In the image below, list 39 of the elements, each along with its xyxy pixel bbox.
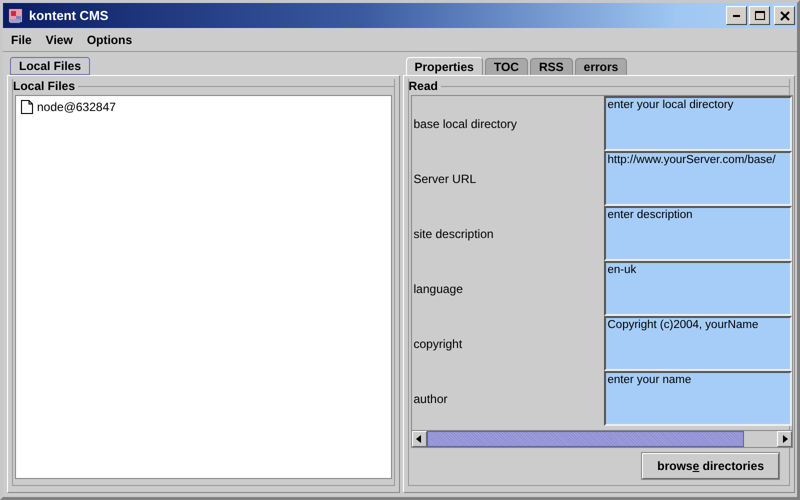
text-field[interactable]: Copyright (c)2004, yourName	[604, 316, 792, 371]
text-field[interactable]: http://www.yourServer.com/base/	[604, 151, 792, 206]
file-icon	[20, 99, 34, 115]
group-title: Local Files	[13, 79, 78, 93]
property-label: author	[412, 390, 449, 408]
window-title: kontent CMS	[29, 8, 110, 23]
menu-item[interactable]: View	[46, 32, 73, 46]
minimize-icon	[733, 14, 740, 16]
maximize-icon	[754, 10, 766, 22]
horizontal-scrollbar[interactable]	[412, 430, 792, 447]
menu-item[interactable]: File	[11, 32, 32, 46]
app-icon	[7, 6, 25, 24]
scroll-thumb[interactable]	[426, 431, 744, 447]
property-label: site description	[412, 226, 495, 242]
tab[interactable]: TOC	[484, 58, 528, 75]
minimize-button[interactable]	[726, 6, 747, 25]
text-field[interactable]: enter your local directory	[604, 96, 792, 151]
maximize-button[interactable]	[749, 6, 770, 25]
tab[interactable]: RSS	[530, 58, 573, 75]
text-field[interactable]: enter description	[604, 206, 792, 261]
group-title: Read	[408, 79, 441, 93]
right-arrow-icon	[780, 434, 788, 444]
text-field[interactable]: enter your name	[604, 371, 792, 426]
property-label: copyright	[412, 336, 464, 352]
close-icon	[778, 10, 790, 22]
property-label: Server URL	[412, 170, 478, 188]
close-button[interactable]	[774, 6, 795, 25]
tab[interactable]: Local Files	[10, 57, 90, 75]
property-label: language	[412, 280, 464, 298]
left-arrow-icon	[415, 434, 423, 444]
scroll-left-button[interactable]	[412, 431, 426, 447]
text-field[interactable]: en-uk	[604, 261, 792, 316]
scroll-right-button[interactable]	[777, 431, 792, 447]
tab[interactable]: errors	[574, 58, 628, 75]
property-label: base local directory	[412, 116, 518, 132]
tab[interactable]: Properties	[406, 57, 483, 75]
tree-item[interactable]: node@632847	[37, 100, 116, 114]
browse-directories-button[interactable]: browse directories	[642, 453, 779, 479]
menu-item[interactable]: Options	[86, 32, 132, 46]
